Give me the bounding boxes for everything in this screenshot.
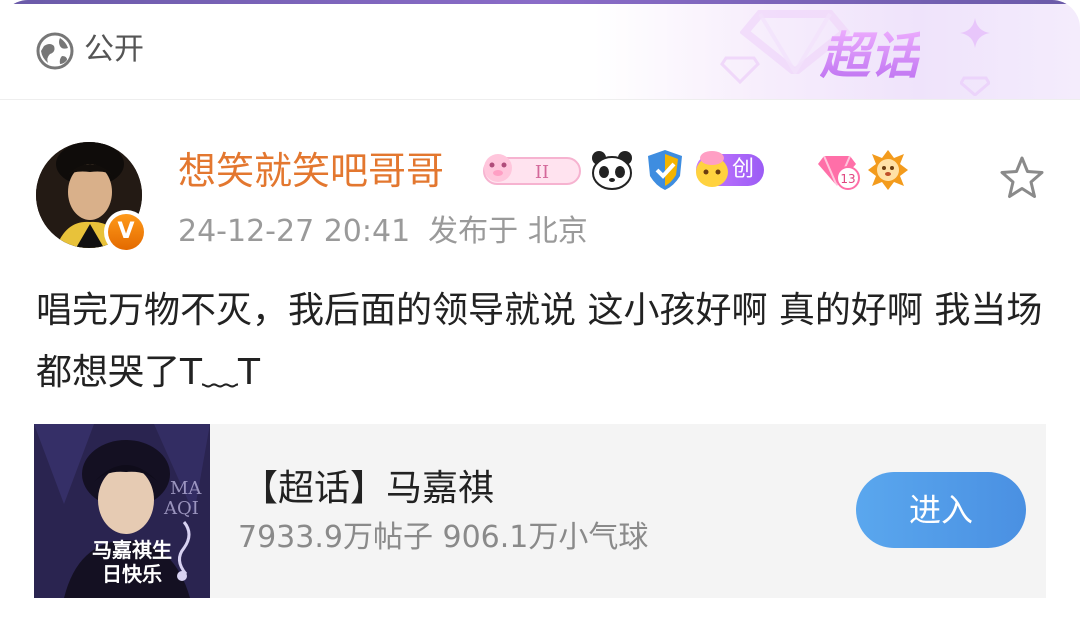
topic-thumbnail: MA AQI 马嘉祺生日快乐: [34, 424, 210, 598]
panda-icon: [592, 151, 632, 190]
verified-badge: V: [104, 210, 148, 254]
sparkle-icon: [960, 18, 990, 48]
post-meta: 24-12-27 20:41 发布于 北京: [178, 210, 606, 254]
thumbnail-caption: 马嘉祺生日快乐: [92, 538, 172, 586]
post-timestamp: 24-12-27 20:41: [178, 214, 411, 249]
svg-text:II: II: [535, 162, 549, 183]
visibility-label[interactable]: 公开: [84, 30, 144, 70]
globe-icon: [36, 32, 74, 70]
svg-text:AQI: AQI: [163, 498, 199, 519]
diamond-decoration-icon: [960, 76, 990, 96]
lion-icon: [868, 150, 908, 190]
topic-stats: 7933.9万帖子 906.1万小气球: [238, 520, 649, 555]
svg-text:MA: MA: [170, 478, 202, 499]
creator-badge: 创作官: [696, 151, 765, 246]
level-13-badge-icon: 13: [818, 155, 860, 190]
super-topic-logo: 超话: [820, 24, 920, 88]
post-location: 发布于 北京: [428, 214, 588, 249]
author-name[interactable]: 想笑就笑吧哥哥: [178, 146, 444, 196]
diamond-decoration-icon: [720, 56, 760, 84]
post-content: 唱完万物不灭，我后面的领导就说 这小孩好啊 真的好啊 我当场都想哭了T﹏T: [36, 290, 1043, 393]
verified-v-icon: V: [108, 214, 144, 250]
shield-icon: [648, 150, 682, 190]
star-icon[interactable]: [998, 154, 1046, 202]
level-ii-badge-icon: II: [483, 154, 581, 185]
enter-button[interactable]: 进入: [856, 472, 1026, 548]
creator-badge-label: 创作官: [732, 157, 755, 246]
creator-badge-icon: [696, 151, 728, 187]
level-13-text: 13: [840, 172, 855, 186]
top-banner: 公开 超话: [0, 0, 1080, 100]
topic-title[interactable]: 【超话】马嘉祺: [242, 466, 494, 512]
super-topic-card[interactable]: MA AQI 马嘉祺生日快乐 【超话】马嘉祺 7933.9万帖子 906.1万小…: [34, 424, 1046, 598]
